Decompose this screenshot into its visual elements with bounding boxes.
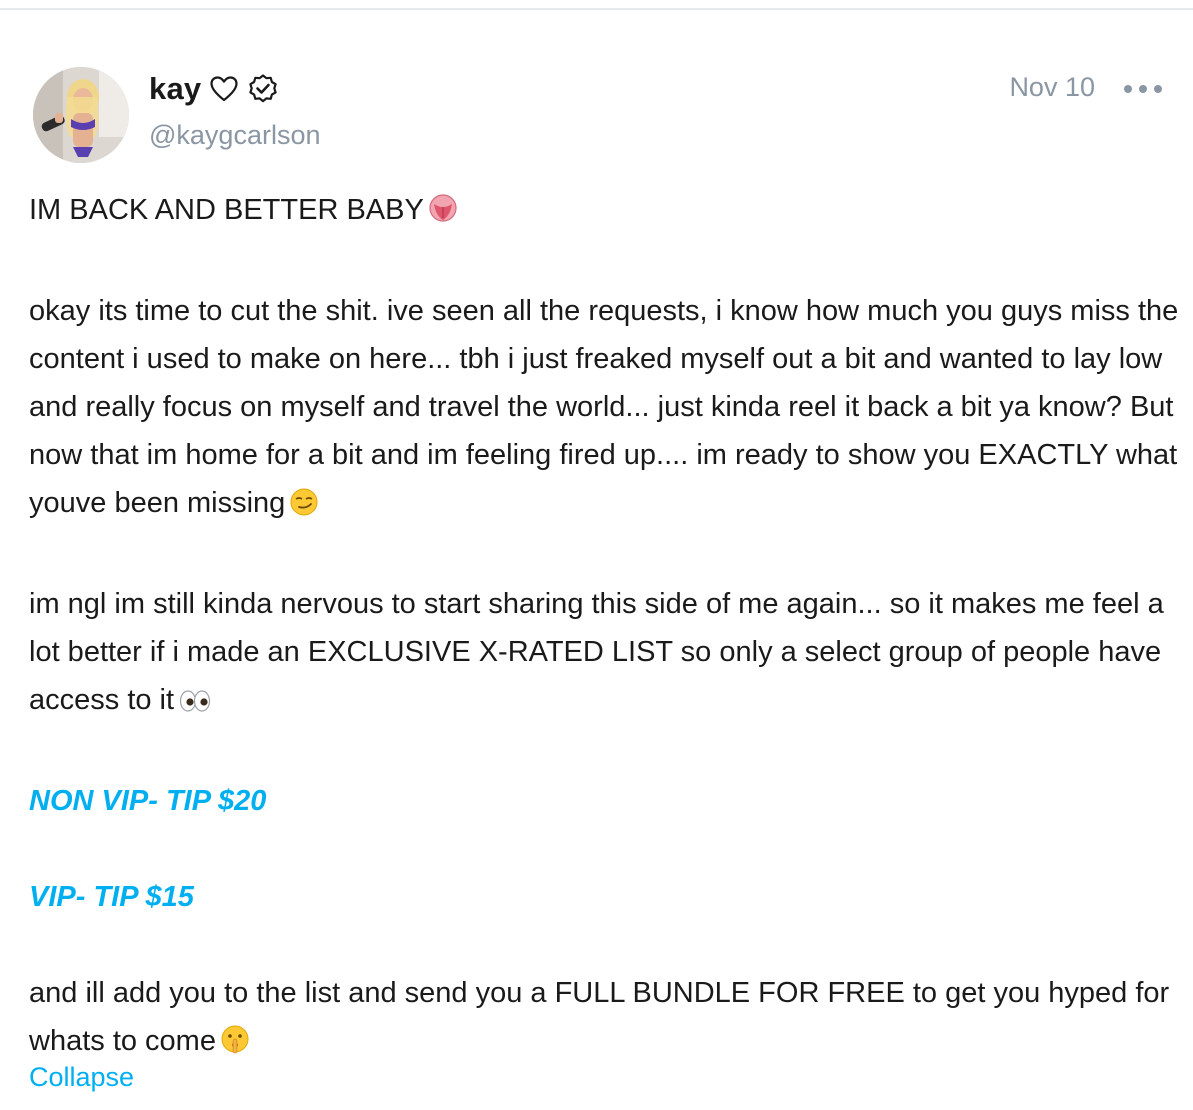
- post-date: Nov 10: [1009, 72, 1095, 102]
- post-line-1: IM BACK AND BETTER BABY: [29, 186, 1179, 239]
- tier-vip: VIP- TIP $15: [29, 881, 194, 913]
- post-card: kay @kaygcarlson Nov 10 IM BACK AND BETT…: [0, 0, 1193, 1110]
- post-paragraph-4: and ill add you to the list and send you…: [29, 969, 1179, 1070]
- tongue-face-emoji: [428, 191, 458, 239]
- verified-badge-icon: [247, 73, 279, 105]
- author-handle[interactable]: @kaygcarlson: [149, 120, 320, 151]
- dot: [1124, 85, 1132, 93]
- collapse-link[interactable]: Collapse: [29, 1062, 134, 1093]
- dot: [1139, 85, 1147, 93]
- post-paragraph-2-text: okay its time to cut the shit. ive seen …: [29, 295, 1179, 519]
- eyes-emoji: [178, 681, 212, 729]
- avatar-image: [33, 67, 129, 163]
- author-row: kay: [149, 70, 279, 108]
- shushing-face-emoji: [220, 1022, 250, 1070]
- post-line-1-text: IM BACK AND BETTER BABY: [29, 194, 424, 226]
- post-paragraph-2: okay its time to cut the shit. ive seen …: [29, 287, 1179, 532]
- post-paragraph-4-text: and ill add you to the list and send you…: [29, 977, 1170, 1057]
- dot: [1154, 85, 1162, 93]
- author-display-name[interactable]: kay: [149, 71, 201, 107]
- post-text: IM BACK AND BETTER BABY okay its time to…: [29, 186, 1179, 1070]
- heart-outline-icon: [209, 75, 239, 103]
- tier-non-vip: NON VIP- TIP $20: [29, 785, 267, 817]
- smirk-face-emoji: [289, 484, 319, 532]
- avatar[interactable]: [33, 67, 129, 163]
- more-dots-icon[interactable]: [1124, 78, 1162, 100]
- post-paragraph-3: im ngl im still kinda nervous to start s…: [29, 580, 1179, 729]
